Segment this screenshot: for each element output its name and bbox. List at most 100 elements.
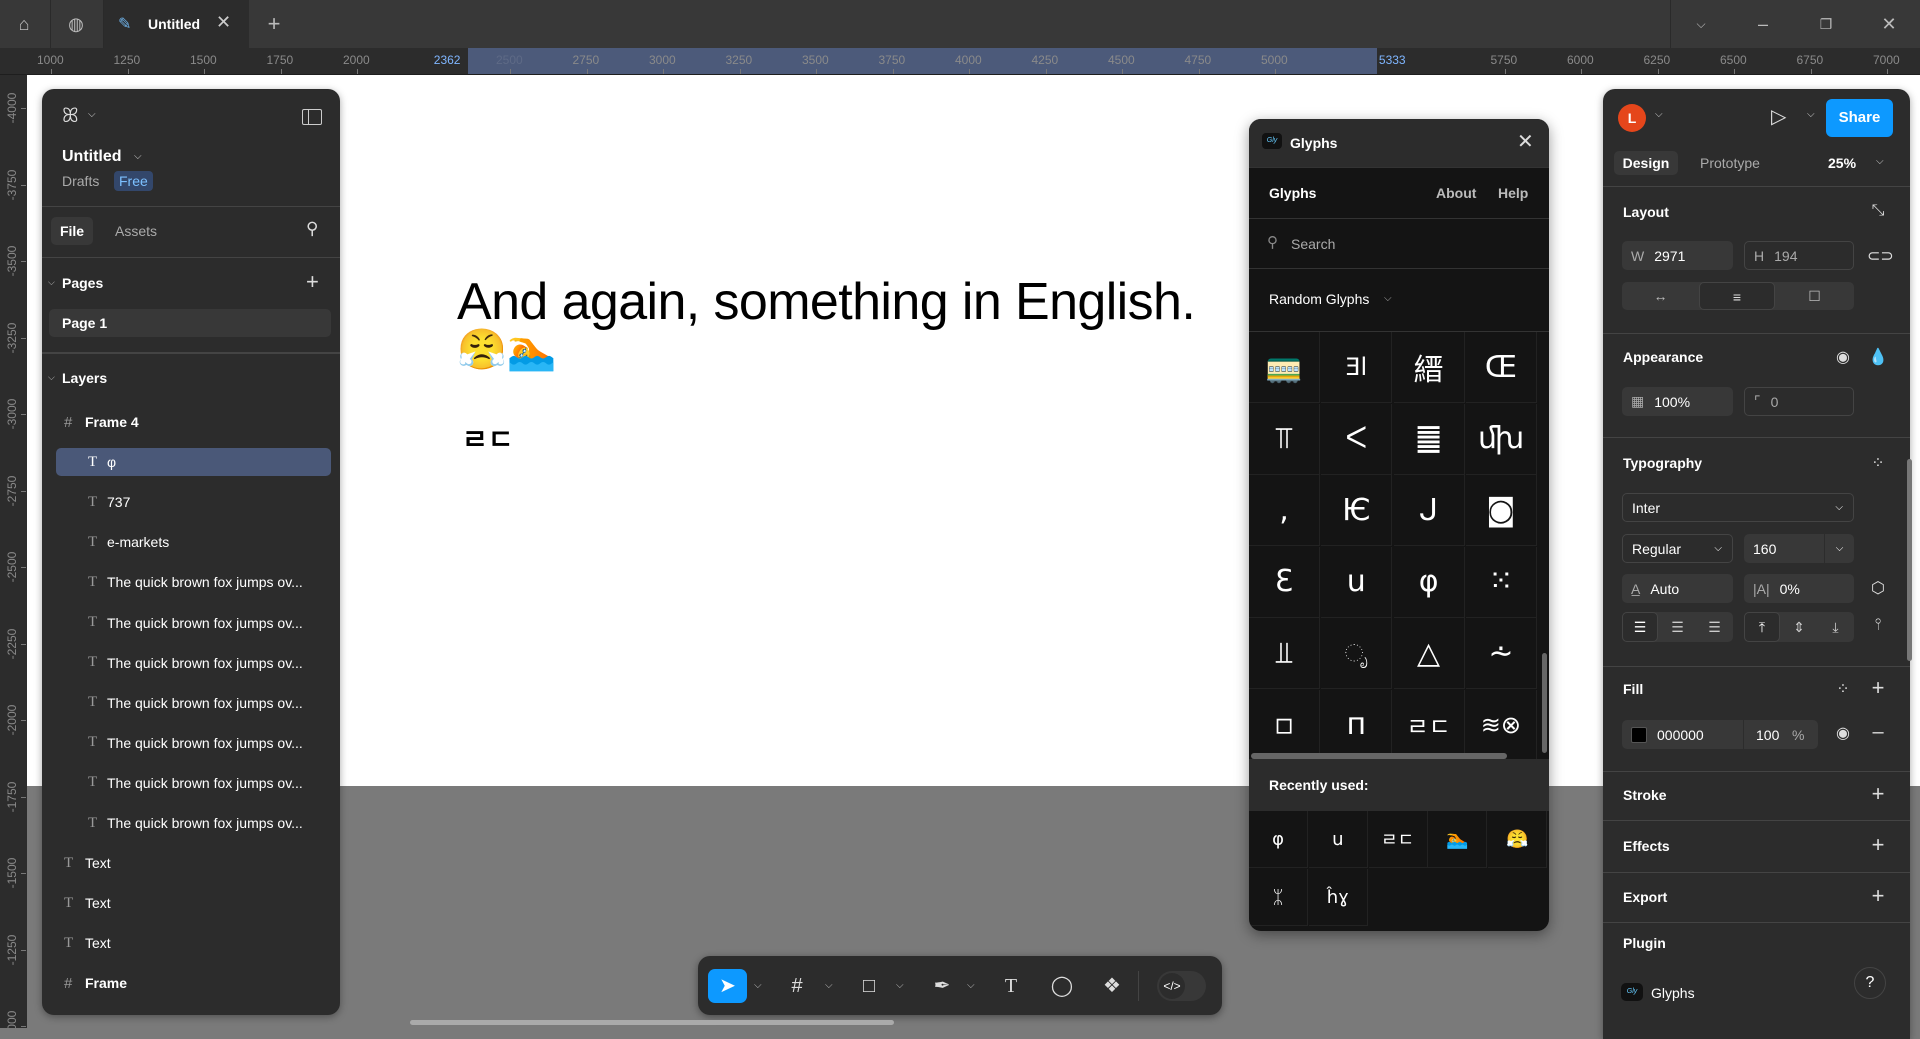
figma-logo-icon[interactable]: ꕤ: [62, 105, 79, 128]
constrain-proportions-icon[interactable]: ⊂⊃: [1867, 246, 1894, 266]
width-field[interactable]: W 2971: [1622, 241, 1733, 270]
auto-height-icon[interactable]: ≡: [1699, 282, 1775, 310]
layer-item[interactable]: # Frame: [56, 969, 331, 997]
layer-item[interactable]: T The quick brown fox jumps ov...: [56, 649, 331, 677]
glyph-cell[interactable]: φ: [1393, 546, 1465, 618]
letter-spacing-value[interactable]: 0%: [1780, 581, 1800, 597]
vertical-scrollbar[interactable]: [1542, 653, 1547, 753]
home-icon[interactable]: ⌂: [12, 12, 36, 36]
glyph-cell[interactable]: Ǝl: [1321, 332, 1393, 403]
glyph-cell[interactable]: ◌ೃ: [1321, 618, 1393, 689]
chevron-down-icon[interactable]: ⌵: [1384, 293, 1392, 304]
tab-assets[interactable]: Assets: [115, 223, 157, 239]
fixed-size-icon[interactable]: ☐: [1775, 282, 1854, 310]
plugin-item-glyphs[interactable]: Glyphs: [1651, 985, 1695, 1001]
align-center-icon[interactable]: ☰: [1659, 612, 1696, 642]
help-button[interactable]: ?: [1854, 967, 1886, 999]
add-stroke-icon[interactable]: +: [1867, 781, 1889, 807]
text-tool-icon[interactable]: T: [994, 969, 1028, 1003]
canvas-emoji-text[interactable]: 😤🏊: [457, 326, 557, 373]
help-link[interactable]: Help: [1498, 185, 1528, 201]
line-height-field[interactable]: A̲ Auto: [1622, 574, 1733, 603]
glyph-cell[interactable]: ﬗ: [1465, 403, 1537, 475]
layer-item[interactable]: Te-markets: [56, 528, 331, 556]
recent-glyph-cell[interactable]: u: [1308, 811, 1368, 868]
align-top-icon[interactable]: ⤒: [1744, 612, 1780, 642]
font-size-field[interactable]: 160 ⌵: [1744, 534, 1854, 563]
color-swatch[interactable]: [1631, 726, 1647, 743]
chevron-down-icon[interactable]: ⌵: [1876, 156, 1884, 167]
frame-tool-icon[interactable]: #: [780, 969, 814, 1003]
glyph-cell[interactable]: ᐸ: [1321, 403, 1393, 475]
glyph-cell[interactable]: ㄹㄷ: [1393, 689, 1465, 761]
glyphs-plugin-icon[interactable]: Gly: [1621, 983, 1643, 1001]
chevron-down-icon[interactable]: ⌵: [1655, 109, 1663, 120]
eye-icon[interactable]: ◉: [1832, 347, 1854, 367]
glyph-cell[interactable]: ⫫: [1249, 618, 1320, 689]
close-window-icon[interactable]: ✕: [1877, 12, 1901, 36]
recent-glyph-cell[interactable]: 🏊: [1428, 811, 1488, 868]
chevron-down-icon[interactable]: ⌵: [1807, 109, 1815, 120]
layer-item[interactable]: T The quick brown fox jumps ov...: [56, 729, 331, 757]
sidebar-toggle-icon[interactable]: [302, 109, 322, 125]
radius-value[interactable]: 0: [1771, 394, 1779, 410]
glyph-cell[interactable]: ,: [1249, 475, 1320, 546]
glyph-search-input[interactable]: Search: [1291, 236, 1335, 252]
glyph-cell[interactable]: ◙: [1465, 475, 1537, 546]
chevron-down-icon[interactable]: ⌵: [134, 151, 142, 162]
recent-glyph-cell[interactable]: ㄹㄷ: [1368, 811, 1428, 868]
opacity-value[interactable]: 100%: [1654, 394, 1690, 410]
eye-icon[interactable]: ◉: [1832, 723, 1854, 743]
avatar[interactable]: L: [1618, 104, 1646, 132]
blend-drop-icon[interactable]: 💧: [1867, 347, 1889, 367]
glyph-cell[interactable]: Œ: [1465, 332, 1537, 403]
tab-file[interactable]: File: [51, 217, 93, 245]
type-details-icon[interactable]: ⫯: [1867, 616, 1889, 634]
minimize-icon[interactable]: –: [1751, 12, 1775, 36]
glyph-cell[interactable]: ᒍ: [1393, 475, 1465, 546]
chevron-down-icon[interactable]: ⌵: [967, 969, 975, 1003]
canvas-glyph-text[interactable]: ㄹㄷ: [462, 418, 514, 458]
location-label[interactable]: Drafts: [62, 173, 99, 189]
glyph-cell[interactable]: ⁙: [1465, 546, 1537, 618]
add-fill-icon[interactable]: +: [1867, 675, 1889, 701]
glyph-cell[interactable]: п: [1321, 689, 1393, 761]
layer-item[interactable]: T 737: [56, 488, 331, 516]
align-left-icon[interactable]: ☰: [1622, 612, 1658, 642]
layer-item[interactable]: T Text: [56, 889, 331, 917]
text-settings-icon[interactable]: ⬡: [1867, 578, 1889, 598]
chevron-down-icon[interactable]: ⌵: [754, 969, 762, 1003]
category-dropdown[interactable]: Random Glyphs: [1269, 291, 1369, 307]
font-family-select[interactable]: Inter ⌵: [1622, 493, 1854, 522]
remove-fill-icon[interactable]: –: [1867, 721, 1889, 744]
restore-icon[interactable]: ❐: [1814, 12, 1838, 36]
close-icon[interactable]: ✕: [1517, 129, 1534, 154]
glyph-cell[interactable]: ▫: [1249, 689, 1320, 761]
fill-color-field[interactable]: 000000 100%: [1622, 720, 1818, 749]
chevron-down-icon[interactable]: ⌵: [88, 109, 96, 120]
auto-width-icon[interactable]: ↔: [1622, 282, 1699, 310]
zoom-level[interactable]: 25%: [1828, 155, 1856, 171]
align-right-icon[interactable]: ☰: [1696, 612, 1733, 642]
glyph-cell[interactable]: Ɛ: [1249, 546, 1320, 618]
dev-mode-toggle[interactable]: </>: [1157, 971, 1206, 1001]
glyph-cell[interactable]: ䷀: [1393, 403, 1465, 475]
file-name[interactable]: Untitled: [62, 148, 122, 166]
recent-glyph-cell[interactable]: 😤: [1488, 811, 1548, 868]
plugin-nav-title[interactable]: Glyphs: [1269, 185, 1316, 201]
recent-glyph-cell[interactable]: ᛯ: [1249, 869, 1308, 926]
recent-glyph-cell[interactable]: ĥɣ: [1308, 869, 1368, 926]
plus-icon[interactable]: +: [262, 12, 286, 36]
chevron-down-icon[interactable]: ⌵: [48, 277, 55, 288]
page-item[interactable]: Page 1: [49, 309, 331, 337]
tab-untitled[interactable]: ✎ Untitled ✕: [103, 0, 249, 48]
comment-tool-icon[interactable]: ◯: [1045, 969, 1079, 1003]
share-button[interactable]: Share: [1826, 99, 1893, 137]
move-tool-icon[interactable]: ➤: [708, 969, 747, 1003]
glyph-cell[interactable]: Ѥ: [1321, 475, 1393, 546]
globe-icon[interactable]: ◍: [64, 12, 88, 36]
layer-item[interactable]: T The quick brown fox jumps ov...: [56, 568, 331, 596]
add-export-icon[interactable]: +: [1867, 883, 1889, 909]
font-weight-select[interactable]: Regular ⌵: [1622, 534, 1733, 563]
fill-opacity-value[interactable]: 100: [1756, 727, 1779, 743]
